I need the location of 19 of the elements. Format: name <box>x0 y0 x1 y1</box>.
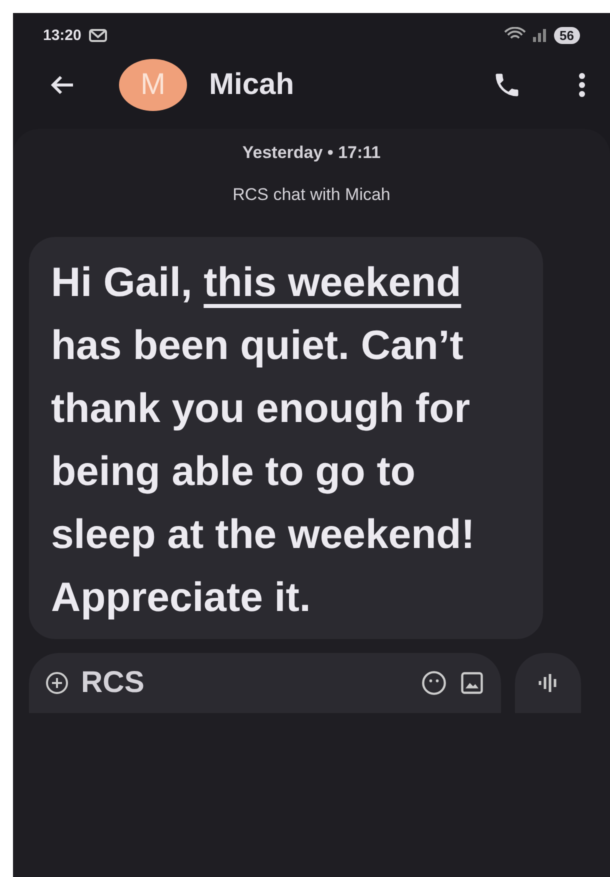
battery-level: 56 <box>554 26 580 44</box>
chat-info: RCS chat with Micah <box>232 185 390 205</box>
contact-avatar: M <box>119 59 187 111</box>
emoji-icon <box>421 670 447 696</box>
date-link[interactable]: this weekend <box>204 259 462 305</box>
voice-button[interactable] <box>515 653 581 713</box>
image-icon <box>459 670 485 696</box>
signal-icon <box>532 27 548 43</box>
status-time: 13:20 <box>43 26 82 44</box>
message-text: has been quiet. Can’t thank you enough for being able to go to sleep at the weekend! Appreciate it. <box>51 322 475 620</box>
more-options-icon <box>578 72 586 98</box>
message-text: Hi Gail, <box>51 259 194 305</box>
message-timestamp: Yesterday • 17:11 <box>242 143 381 163</box>
message-icon <box>89 28 108 42</box>
waveform-icon <box>537 672 559 694</box>
add-icon <box>45 671 69 695</box>
back-arrow-icon <box>49 74 75 96</box>
message-input-field[interactable]: RCS <box>29 653 501 713</box>
contact-name: Micah <box>209 68 296 102</box>
